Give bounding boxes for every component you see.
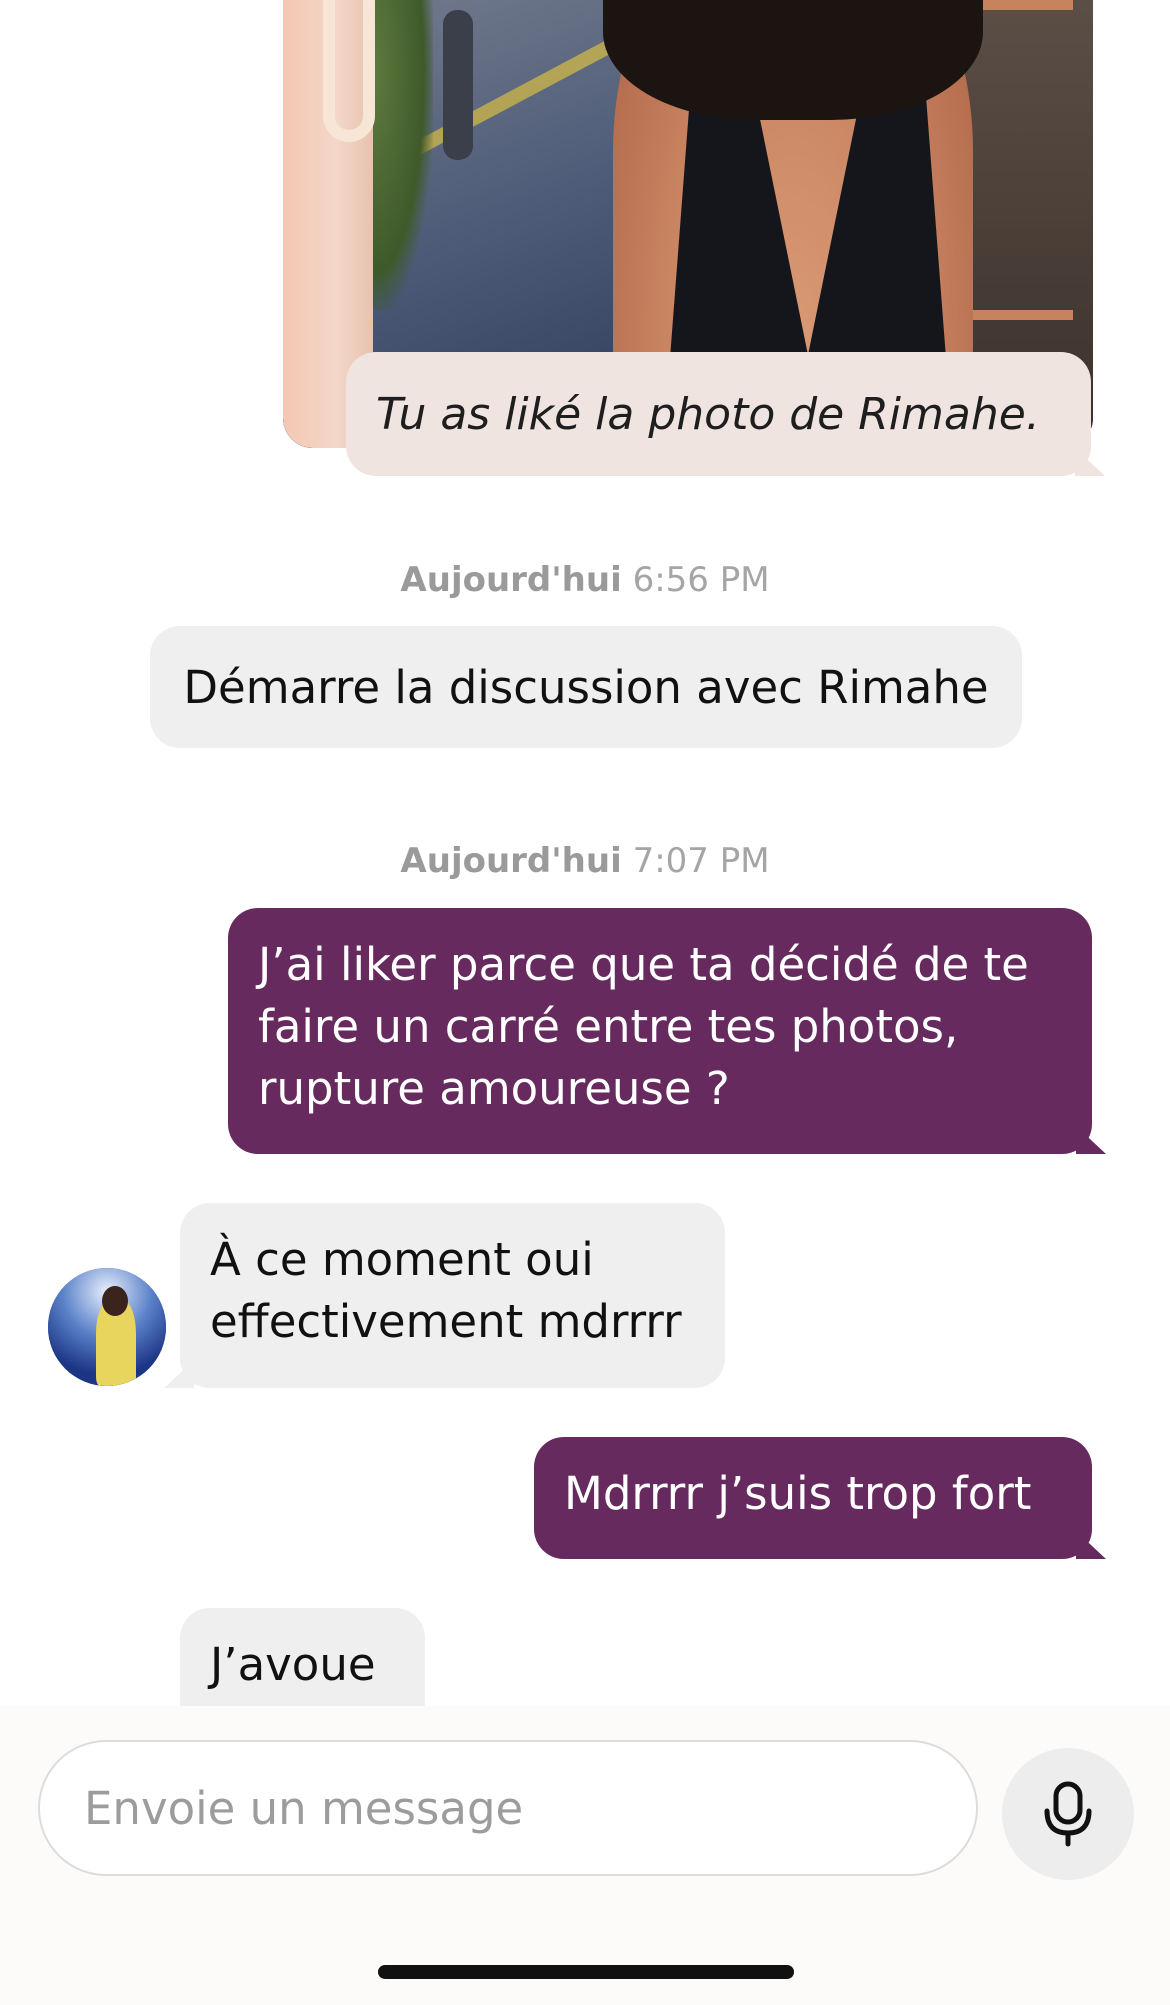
message-bubble-outgoing[interactable]: Mdrrrr j’suis trop fort (534, 1437, 1092, 1559)
timestamp-day: Aujourd'hui (400, 841, 622, 881)
avatar-head (102, 1286, 128, 1316)
home-indicator (378, 1965, 794, 1979)
message-bubble-incoming[interactable]: À ce moment oui effectivement mdrrrr (180, 1203, 725, 1388)
timestamp: Aujourd'hui 6:56 PM (0, 560, 1170, 600)
liked-photo-caption: Tu as liké la photo de Rimahe. (346, 352, 1091, 476)
message-text: J’avoue (210, 1638, 376, 1691)
message-input-placeholder: Envoie un message (84, 1781, 524, 1835)
liked-photo-caption-text: Tu as liké la photo de Rimahe. (376, 388, 1040, 440)
message-text: À ce moment oui effectivement mdrrrr (210, 1233, 682, 1348)
timestamp-time: 6:56 PM (632, 560, 770, 600)
message-input[interactable]: Envoie un message (38, 1740, 978, 1876)
timestamp-day: Aujourd'hui (400, 560, 622, 600)
message-text: Mdrrrr j’suis trop fort (564, 1467, 1032, 1520)
timestamp-time: 7:07 PM (632, 841, 770, 881)
start-discussion-text: Démarre la discussion avec Rimahe (183, 660, 989, 714)
contact-avatar[interactable] (48, 1268, 166, 1386)
message-bubble-outgoing[interactable]: J’ai liker parce que ta décidé de te fai… (228, 908, 1092, 1154)
microphone-button[interactable] (1002, 1748, 1134, 1880)
microphone-icon (1044, 1781, 1092, 1847)
photo-bollard (443, 10, 473, 160)
message-text: J’ai liker parce que ta décidé de te fai… (258, 938, 1029, 1115)
timestamp: Aujourd'hui 7:07 PM (0, 841, 1170, 881)
photo-decor (323, 0, 375, 142)
start-discussion-notice: Démarre la discussion avec Rimahe (150, 626, 1022, 748)
